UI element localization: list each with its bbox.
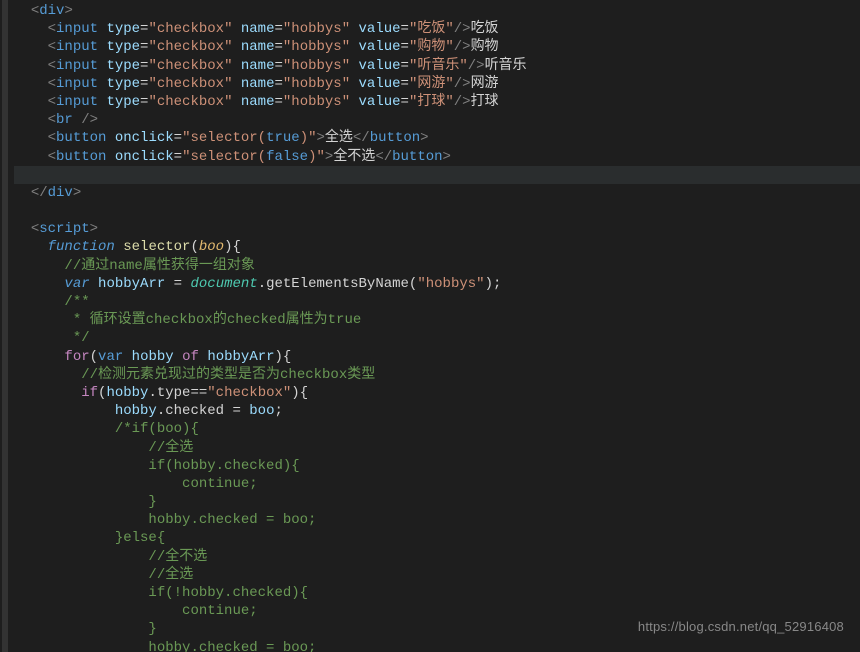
watermark: https://blog.csdn.net/qq_52916408 xyxy=(638,619,844,636)
code-content[interactable]: <div> <input type="checkbox" name="hobby… xyxy=(14,0,860,652)
gutter xyxy=(2,0,8,652)
code-editor[interactable]: <div> <input type="checkbox" name="hobby… xyxy=(0,0,860,652)
